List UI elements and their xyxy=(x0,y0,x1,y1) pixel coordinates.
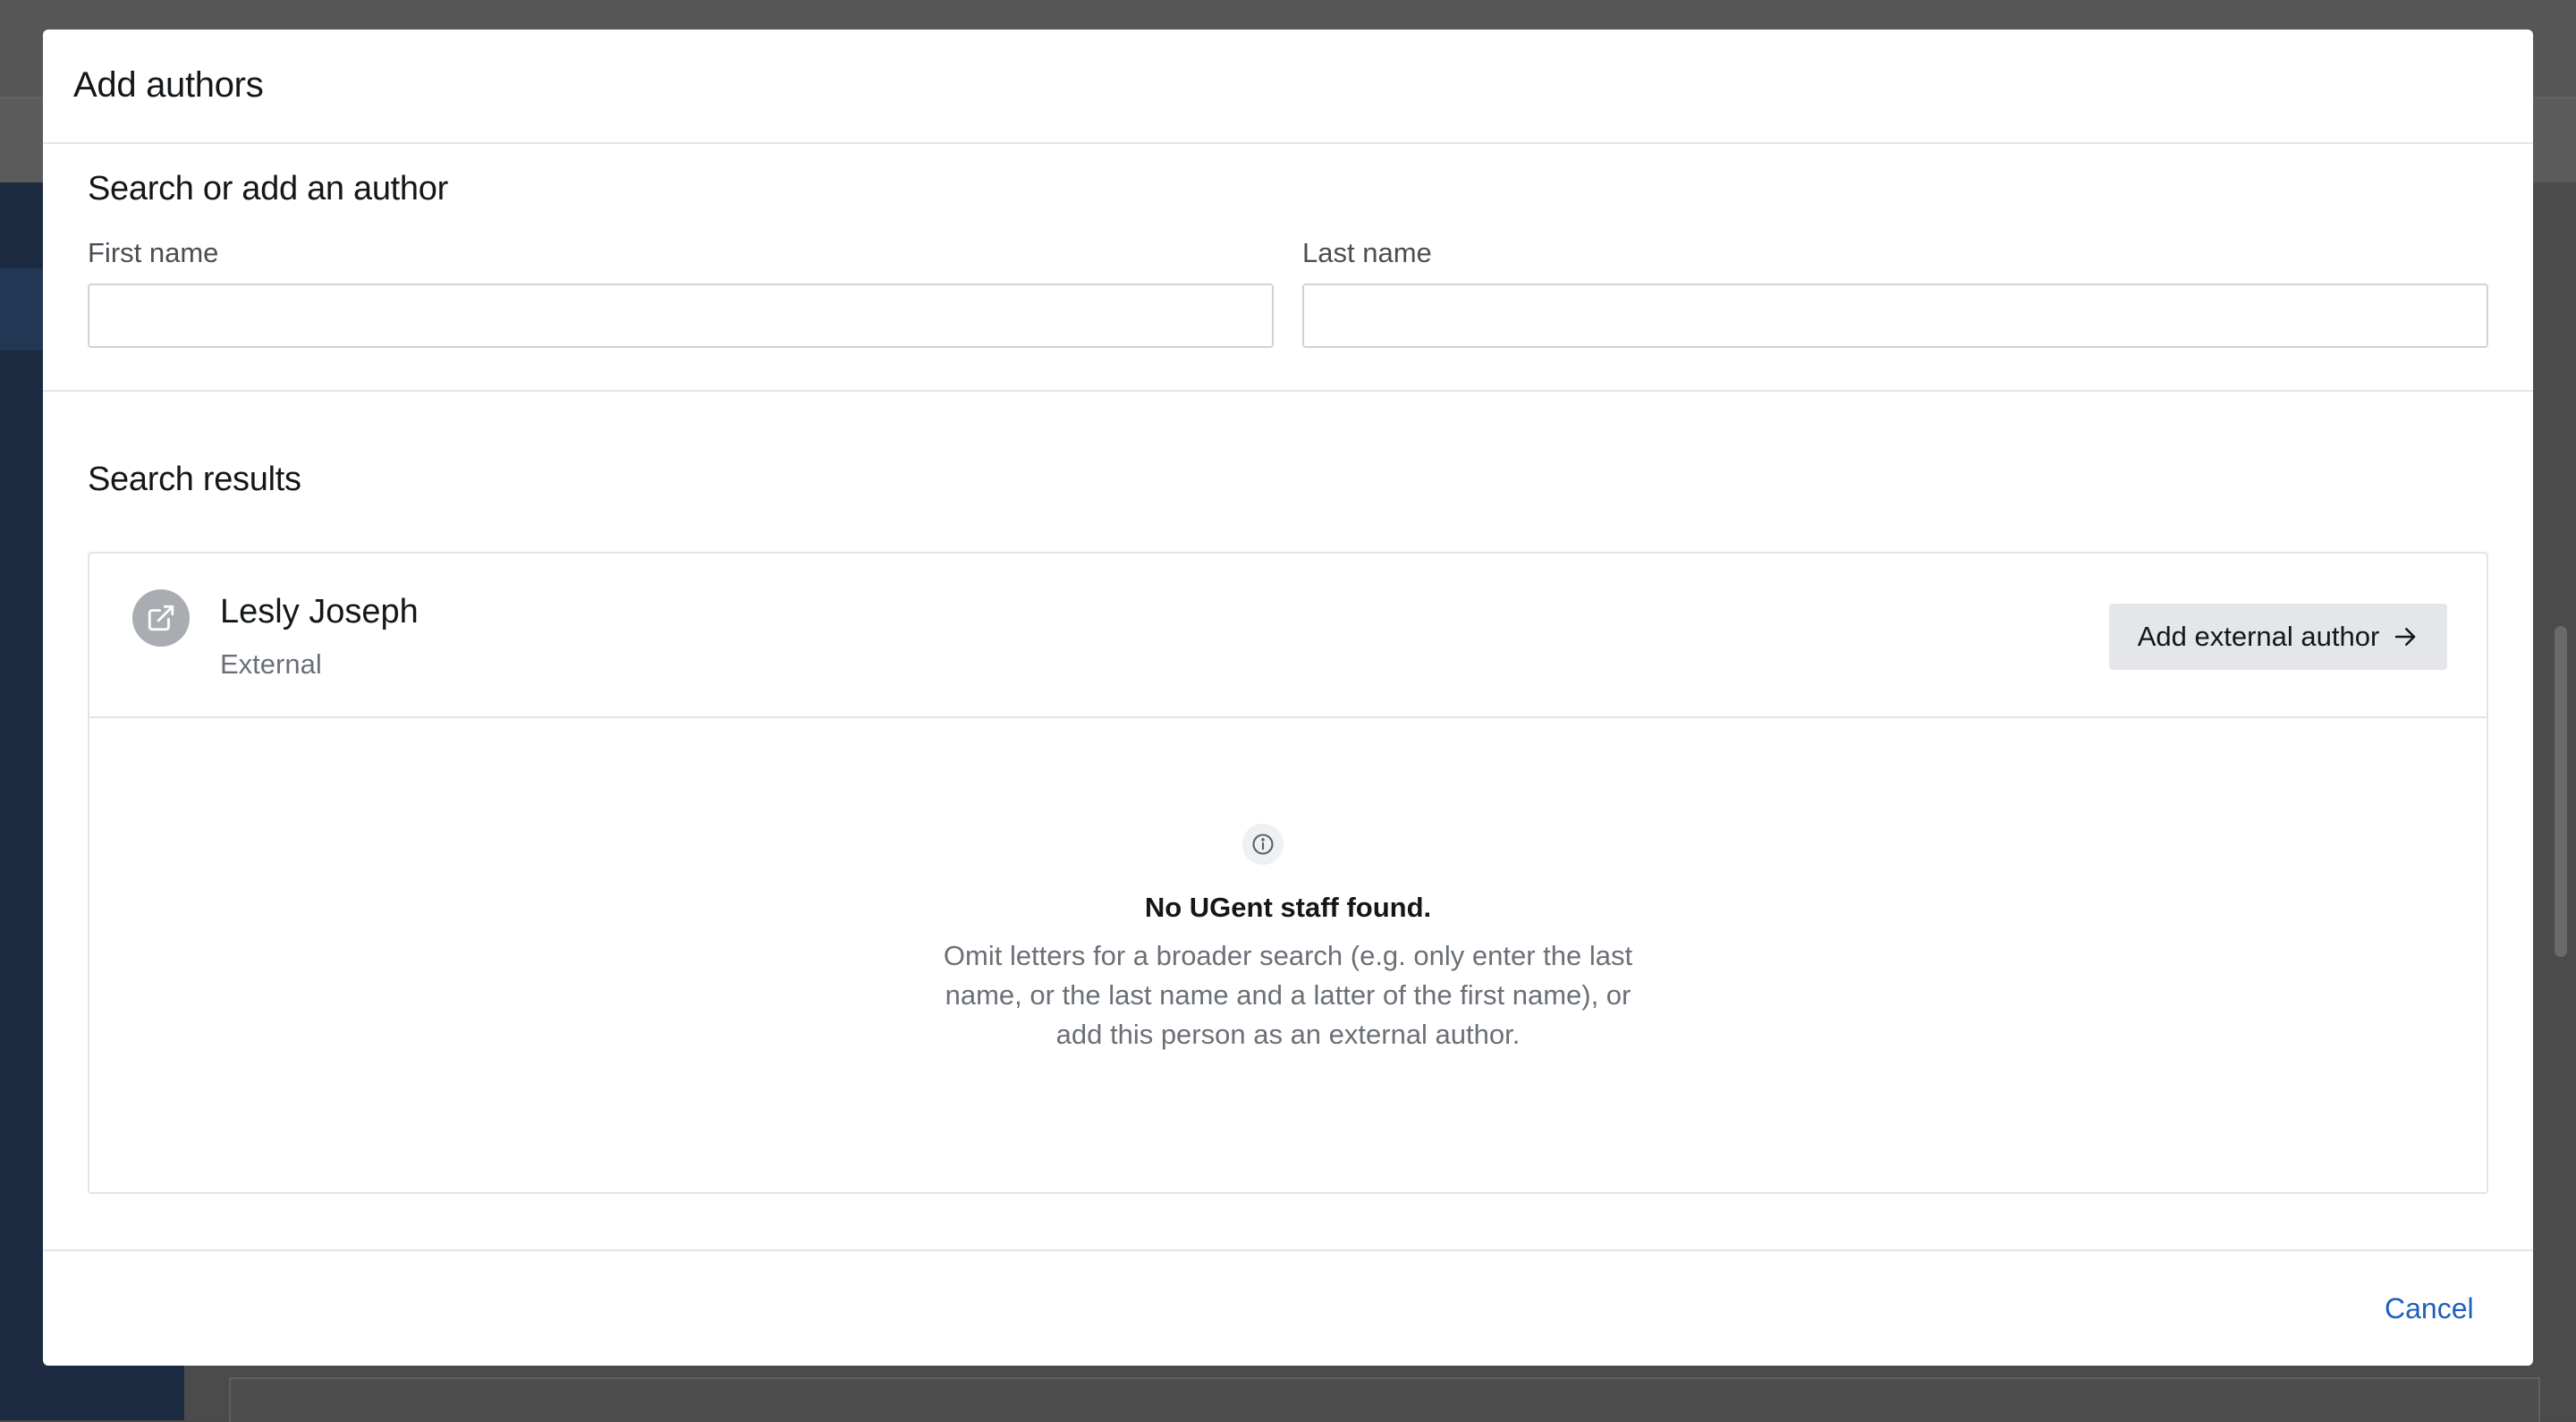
arrow-right-icon xyxy=(2392,623,2419,650)
footer-divider xyxy=(43,1249,2533,1251)
empty-state-title: No UGent staff found. xyxy=(1144,892,1432,923)
modal-title: Add authors xyxy=(73,65,264,105)
author-type: External xyxy=(220,648,322,680)
first-name-label: First name xyxy=(88,237,219,268)
author-name: Lesly Joseph xyxy=(220,593,419,631)
add-authors-modal: Add authors Search or add an author Firs… xyxy=(43,30,2533,1366)
search-results-title: Search results xyxy=(88,461,301,498)
search-section-title: Search or add an author xyxy=(88,170,448,207)
cancel-button[interactable]: Cancel xyxy=(2385,1292,2474,1325)
add-external-author-label: Add external author xyxy=(2137,621,2380,652)
add-external-author-button[interactable]: Add external author xyxy=(2109,604,2447,670)
background-panel xyxy=(229,1377,2540,1422)
empty-state: No UGent staff found. Omit letters for a… xyxy=(89,718,2487,1192)
info-icon xyxy=(1242,824,1284,865)
background-scrollbar xyxy=(2555,626,2567,957)
empty-state-message: Omit letters for a broader search (e.g. … xyxy=(943,940,1633,1050)
result-item: Lesly Joseph External Add external autho… xyxy=(89,554,2487,718)
modal-header: Add authors xyxy=(43,30,2533,144)
last-name-label: Last name xyxy=(1302,237,1432,268)
first-name-input[interactable] xyxy=(88,284,1274,348)
search-results-list: Lesly Joseph External Add external autho… xyxy=(88,552,2488,1194)
last-name-input[interactable] xyxy=(1302,284,2488,348)
external-link-icon xyxy=(132,589,190,647)
section-divider xyxy=(43,390,2533,392)
